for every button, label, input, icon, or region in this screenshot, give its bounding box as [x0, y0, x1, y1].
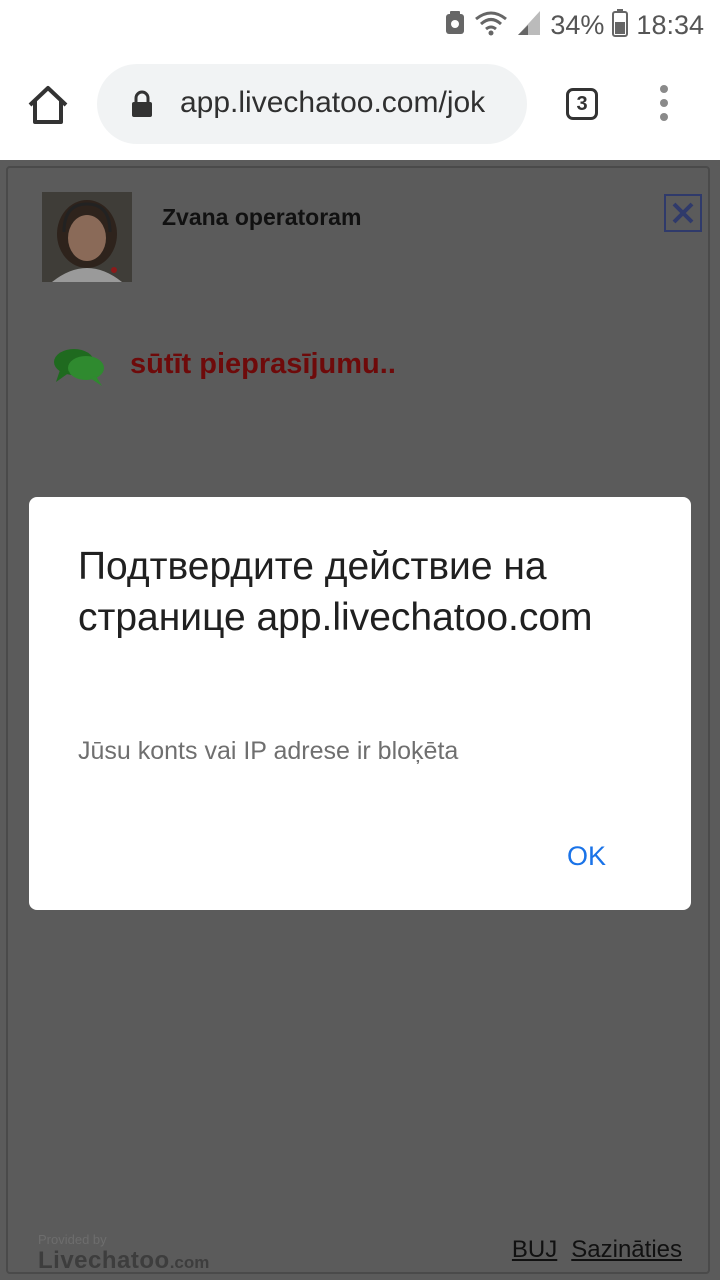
dialog-message: Jūsu konts vai IP adrese ir bloķēta: [78, 737, 459, 765]
clock: 18:34: [636, 9, 704, 40]
status-icons: 34% 18:34: [444, 8, 704, 42]
battery-percent: 34%: [550, 9, 605, 40]
footer-links: BUJ Sazināties: [512, 1236, 682, 1264]
provided-by-logo[interactable]: Provided by Livechatoo.com: [38, 1232, 209, 1275]
widget-title: Zvana operatoram: [162, 204, 362, 230]
signal-icon: [516, 9, 542, 42]
brand-name: Livechatoo: [38, 1247, 170, 1274]
faq-link[interactable]: BUJ: [512, 1236, 557, 1264]
lock-icon: [130, 90, 154, 118]
wifi-icon: [474, 9, 508, 42]
dialog-title: Подтвердите действие на странице app.liv…: [78, 545, 593, 639]
tab-switcher-button[interactable]: 3: [566, 88, 598, 120]
brand-suffix: .com: [169, 1253, 210, 1272]
contact-link[interactable]: Sazināties: [571, 1236, 682, 1264]
home-icon[interactable]: [26, 83, 70, 127]
address-bar[interactable]: app.livechatoo.com/jok: [97, 64, 527, 144]
send-request-link[interactable]: sūtīt pieprasījumu..: [130, 348, 396, 381]
close-icon[interactable]: [664, 194, 702, 232]
operator-avatar: [42, 192, 132, 282]
more-menu-icon[interactable]: [655, 85, 673, 125]
status-bar: 34% 18:34: [0, 0, 720, 50]
alert-dialog: Подтвердите действие на странице app.liv…: [29, 497, 691, 910]
battery-icon: [612, 8, 629, 42]
chat-bubbles-icon: [52, 340, 108, 388]
provided-by-label: Provided by: [38, 1232, 107, 1247]
url-text: app.livechatoo.com/jok: [180, 86, 486, 119]
notification-icon: [444, 10, 466, 41]
ok-button[interactable]: OK: [567, 841, 606, 872]
browser-toolbar: app.livechatoo.com/jok 3: [0, 50, 720, 160]
